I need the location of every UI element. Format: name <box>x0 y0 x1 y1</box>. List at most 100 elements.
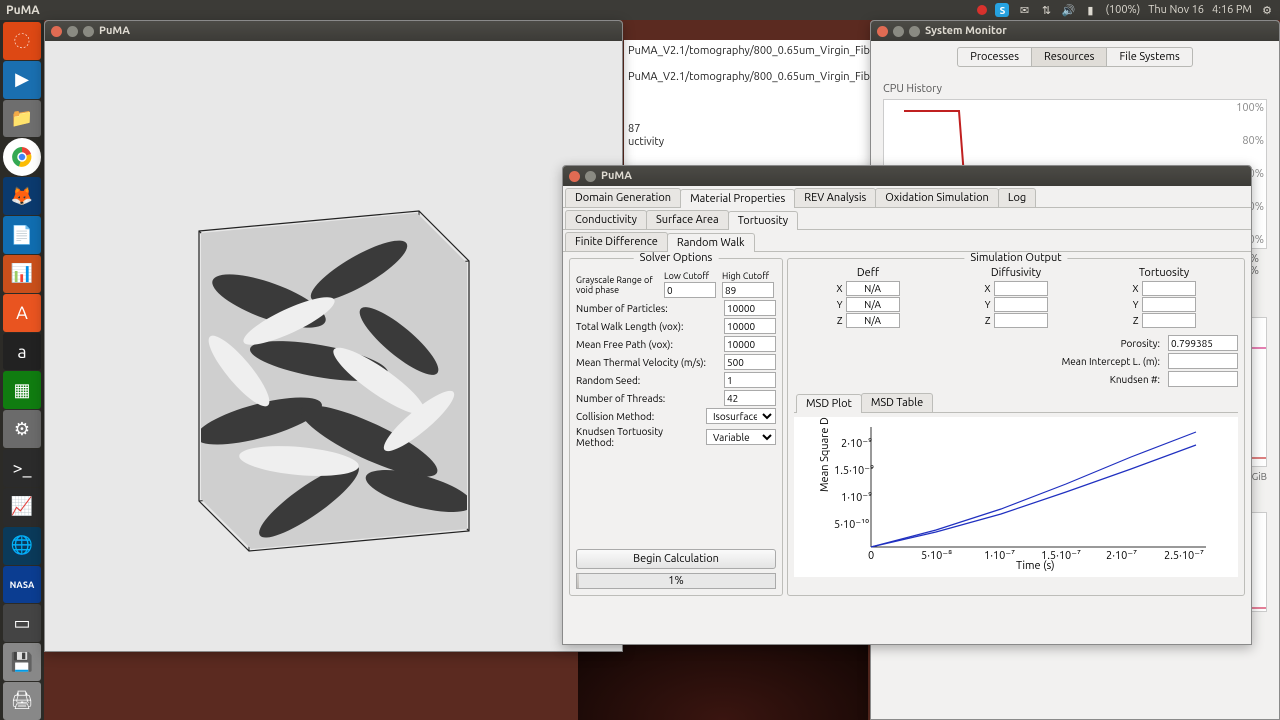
puma-dialog: PuMA Domain Generation Material Properti… <box>562 165 1252 645</box>
tort-y[interactable] <box>1142 297 1196 312</box>
tab-random-walk[interactable]: Random Walk <box>667 233 755 252</box>
launcher-impress-icon[interactable]: 📊 <box>3 255 41 293</box>
tab-finite-difference[interactable]: Finite Difference <box>565 232 668 251</box>
tort-z[interactable] <box>1142 313 1196 328</box>
random-seed-input[interactable] <box>724 372 776 388</box>
diff-z[interactable] <box>994 313 1048 328</box>
diff-x[interactable] <box>994 281 1048 296</box>
num-threads-input[interactable] <box>724 390 776 406</box>
minimize-icon[interactable] <box>585 171 596 182</box>
launcher-software-icon[interactable]: A <box>3 294 41 332</box>
tab-filesystems[interactable]: File Systems <box>1107 47 1192 67</box>
mail-icon[interactable]: ✉ <box>1017 3 1031 17</box>
battery-icon[interactable]: ▮ <box>1083 3 1097 17</box>
svg-text:2·10⁻⁹: 2·10⁻⁹ <box>841 438 872 450</box>
time[interactable]: 4:16 PM <box>1212 4 1252 16</box>
tab-domain-generation[interactable]: Domain Generation <box>565 188 681 207</box>
close-icon[interactable] <box>877 26 888 37</box>
launcher-files-icon[interactable]: 📁 <box>3 100 41 138</box>
close-icon[interactable] <box>51 26 62 37</box>
launcher-chrome-icon[interactable] <box>3 138 41 176</box>
minimize-icon[interactable] <box>893 26 904 37</box>
svg-text:5·10⁻¹⁰: 5·10⁻¹⁰ <box>834 519 869 531</box>
tab-resources[interactable]: Resources <box>1032 47 1107 67</box>
deff-y[interactable] <box>846 297 900 312</box>
launcher-disk-icon[interactable]: 💾 <box>3 643 41 681</box>
record-indicator-icon[interactable] <box>977 5 987 15</box>
maximize-icon[interactable] <box>83 26 94 37</box>
tab-processes[interactable]: Processes <box>957 47 1032 67</box>
launcher-terminal-icon[interactable]: >_ <box>3 449 41 487</box>
launcher-dash-icon[interactable]: ◌ <box>3 22 41 60</box>
svg-text:1·10⁻⁷: 1·10⁻⁷ <box>984 550 1015 562</box>
launcher-nasa-icon[interactable]: NASA <box>3 566 41 604</box>
skype-icon[interactable]: S <box>995 3 1009 17</box>
sysmon-title: System Monitor <box>925 25 1007 37</box>
launcher-amazon-icon[interactable]: a <box>3 333 41 371</box>
viewer-titlebar[interactable]: PuMA <box>45 21 622 41</box>
desktop: PuMA_V2.1/tomography/800_0.65um_Virgin_F… <box>44 20 1280 720</box>
launcher-globe-icon[interactable]: 🌐 <box>3 527 41 565</box>
launcher-writer-icon[interactable]: 📄 <box>3 216 41 254</box>
simulation-output-panel: Simulation Output Deff X Y Z Diffusivity… <box>787 258 1245 596</box>
session-icon[interactable]: ⚙ <box>1260 3 1274 17</box>
mean-free-path-input[interactable] <box>724 336 776 352</box>
deff-column: Deff X Y Z <box>836 267 899 329</box>
high-cutoff-input[interactable] <box>722 282 774 298</box>
tab-material-properties[interactable]: Material Properties <box>680 189 795 208</box>
mean-intercept-output[interactable] <box>1168 353 1238 369</box>
svg-text:5·10⁻⁸: 5·10⁻⁸ <box>921 550 952 562</box>
launcher: ◌ ▶ 📁 🦊 📄 📊 A a ▦ ⚙ >_ 📈 🌐 NASA ▭ 💾 🖨 <box>0 20 44 720</box>
walk-length-input[interactable] <box>724 318 776 334</box>
num-particles-input[interactable] <box>724 300 776 316</box>
viewer-3d-canvas[interactable] <box>45 41 622 651</box>
puma-sub-tabs: Conductivity Surface Area Tortuosity <box>563 208 1251 230</box>
minimize-icon[interactable] <box>67 26 78 37</box>
knudsen-num-output[interactable] <box>1168 371 1238 387</box>
sysmon-tabs: Processes Resources File Systems <box>871 41 1279 73</box>
porosity-output[interactable] <box>1168 335 1238 351</box>
svg-text:0: 0 <box>868 550 874 562</box>
tab-msd-table[interactable]: MSD Table <box>861 393 933 412</box>
tab-surface-area[interactable]: Surface Area <box>646 210 729 229</box>
date[interactable]: Thu Nov 16 <box>1148 4 1204 16</box>
diffusivity-column: Diffusivity X Y Z <box>984 267 1047 329</box>
network-icon[interactable]: ⇅ <box>1039 3 1053 17</box>
launcher-workspace-icon[interactable]: ▭ <box>3 604 41 642</box>
deff-x[interactable] <box>846 281 900 296</box>
low-cutoff-input[interactable] <box>664 282 716 298</box>
msd-tabs: MSD Plot MSD Table <box>794 391 1238 413</box>
svg-text:2.5·10⁻⁷: 2.5·10⁻⁷ <box>1164 550 1204 562</box>
tab-conductivity[interactable]: Conductivity <box>565 210 647 229</box>
knudsen-method-select[interactable]: Variable <box>706 429 776 445</box>
tab-msd-plot[interactable]: MSD Plot <box>796 394 862 413</box>
tab-log[interactable]: Log <box>998 188 1036 207</box>
launcher-firefox-icon[interactable]: 🦊 <box>3 177 41 215</box>
launcher-printer-icon[interactable]: 🖨 <box>3 682 41 720</box>
maximize-icon[interactable] <box>909 26 920 37</box>
close-icon[interactable] <box>569 171 580 182</box>
puma-title: PuMA <box>601 170 632 182</box>
viewer-window: PuMA <box>44 20 623 652</box>
tab-rev-analysis[interactable]: REV Analysis <box>794 188 876 207</box>
mean-thermal-velocity-input[interactable] <box>724 354 776 370</box>
launcher-settings-icon[interactable]: ⚙ <box>3 410 41 448</box>
msd-plot: Mean Square Disp. (m^2) Time (s) 2·10⁻⁹ … <box>794 417 1238 577</box>
launcher-media-icon[interactable]: ▶ <box>3 61 41 99</box>
sysmon-titlebar[interactable]: System Monitor <box>871 21 1279 41</box>
svg-text:Mean Square Disp. (m^2): Mean Square Disp. (m^2) <box>819 417 831 492</box>
tab-tortuosity[interactable]: Tortuosity <box>728 211 798 230</box>
tort-x[interactable] <box>1142 281 1196 296</box>
tab-oxidation-simulation[interactable]: Oxidation Simulation <box>875 188 999 207</box>
cpu-history-label: CPU History <box>883 83 1267 95</box>
launcher-calc-icon[interactable]: ▦ <box>3 371 41 409</box>
launcher-monitor-icon[interactable]: 📈 <box>3 488 41 526</box>
diff-y[interactable] <box>994 297 1048 312</box>
volume-icon[interactable]: 🔊 <box>1061 3 1075 17</box>
deff-z[interactable] <box>846 313 900 328</box>
battery-pct: (100%) <box>1105 4 1140 16</box>
collision-method-select[interactable]: Isosurface <box>706 408 776 424</box>
svg-text:2·10⁻⁷: 2·10⁻⁷ <box>1106 550 1137 562</box>
puma-titlebar[interactable]: PuMA <box>563 166 1251 186</box>
begin-calculation-button[interactable]: Begin Calculation <box>576 549 776 569</box>
